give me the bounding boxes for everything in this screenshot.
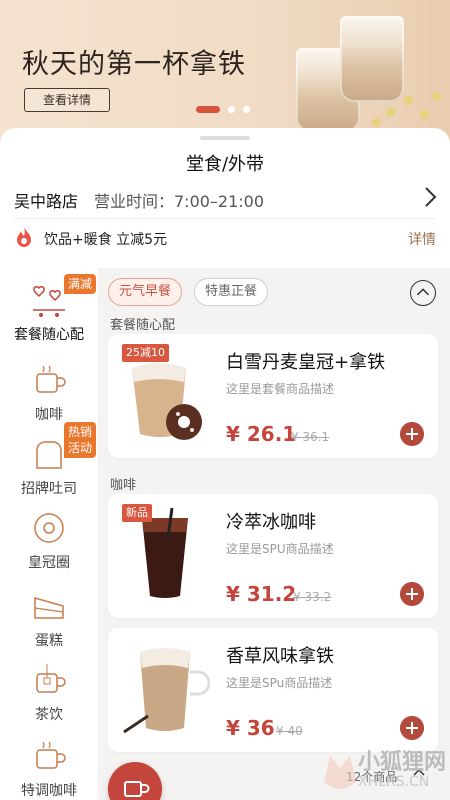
vanilla-latte-icon (123, 648, 210, 734)
latte-cup-image (340, 16, 404, 102)
bean-decoration (432, 92, 441, 101)
sidebar-item-label: 蛋糕 (35, 633, 63, 649)
special-coffee-icon (36, 741, 66, 769)
product-card[interactable]: 25减10 白雪丹麦皇冠+拿铁 这里是套餐商品描述 ¥ 26.1 ¥ 36.1 (108, 334, 438, 458)
sidebar-item-coffee[interactable]: 咖啡 (0, 360, 98, 424)
iced-coffee-icon (142, 508, 188, 598)
banner-title: 秋天的第一杯拿铁 (22, 49, 246, 80)
product-original-price: ¥ 33.2 (293, 590, 332, 604)
carousel-dot-active[interactable] (196, 106, 220, 113)
product-price: ¥ 26.1 (226, 422, 297, 446)
tab-breakfast[interactable]: 元气早餐 (108, 278, 182, 306)
sidebar-item-label: 咖啡 (35, 407, 63, 423)
promo-details-link[interactable]: 详情 (408, 229, 436, 249)
product-original-price: ¥ 36.1 (291, 430, 330, 444)
add-to-cart-button[interactable] (400, 716, 424, 740)
banner-details-button[interactable]: 查看详情 (24, 88, 110, 112)
tea-icon (36, 664, 66, 693)
sidebar-item-label: 皇冠圈 (28, 555, 70, 571)
sidebar-item-toast[interactable]: 热销 活动 招牌吐司 (0, 422, 98, 498)
watermark-text: 小狐狸网 (358, 750, 447, 775)
product-desc: 这里是SPU商品描述 (226, 542, 334, 556)
add-to-cart-button[interactable] (400, 582, 424, 606)
bean-decoration (420, 110, 429, 119)
chevron-up-icon[interactable] (410, 280, 436, 306)
product-desc: 这里是套餐商品描述 (226, 382, 335, 396)
chevron-right-icon[interactable] (420, 184, 440, 210)
menu-panel: 堂食/外带 吴中路店 营业时间：7:00–21:00 饮品+暖食 立减5元 详情… (0, 128, 450, 800)
promo-text: 饮品+暖食 立减5元 (44, 232, 168, 248)
watermark-text: XHLRS.CN (358, 774, 430, 790)
donut-icon (34, 513, 64, 543)
product-name: 冷萃冰咖啡 (226, 512, 316, 533)
carousel-indicator (196, 106, 250, 113)
drag-handle[interactable] (200, 136, 250, 140)
product-card[interactable]: 新品 冷萃冰咖啡 这里是SPU商品描述 ¥ 31.2 ¥ 33.2 (108, 494, 438, 618)
divider (14, 218, 436, 219)
product-name: 香草风味拿铁 (226, 646, 334, 667)
product-card[interactable]: 香草风味拿铁 这里是SPu商品描述 ¥ 36 ¥ 40 (108, 628, 438, 752)
store-name[interactable]: 吴中路店 (14, 188, 78, 212)
category-sidebar: 满减 套餐随心配 咖啡 热销 活动 招牌吐司 皇冠圈 蛋糕 茶饮 特调咖啡 (0, 268, 98, 800)
product-tag: 新品 (122, 504, 152, 522)
store-hours: 营业时间：7:00–21:00 (94, 192, 265, 211)
product-list: 元气早餐 特惠正餐 套餐随心配 25减10 白雪丹麦皇冠+拿铁 这里是套餐商品描… (98, 268, 450, 800)
product-price: ¥ 36 (226, 716, 275, 740)
sidebar-item-label: 特调咖啡 (21, 783, 77, 799)
latte-donut-icon (132, 363, 202, 440)
section-title: 套餐随心配 (110, 318, 176, 333)
tab-set-meal[interactable]: 特惠正餐 (194, 278, 268, 306)
sidebar-item-cake[interactable]: 蛋糕 (0, 586, 98, 650)
sidebar-item-special-coffee[interactable]: 特调咖啡 (0, 736, 98, 800)
bean-decoration (372, 118, 381, 127)
sidebar-item-label: 茶饮 (35, 707, 63, 723)
coffee-cup-icon (36, 365, 66, 393)
category-badge: 满减 (63, 274, 96, 294)
product-desc: 这里是SPu商品描述 (226, 676, 333, 690)
bean-decoration (404, 96, 413, 105)
sidebar-item-label: 套餐随心配 (14, 327, 84, 343)
product-price: ¥ 31.2 (226, 582, 297, 606)
product-tag: 25减10 (122, 344, 169, 362)
carousel-dot[interactable] (243, 106, 250, 113)
order-mode-title[interactable]: 堂食/外带 (0, 150, 450, 176)
add-to-cart-button[interactable] (400, 422, 424, 446)
product-name: 白雪丹麦皇冠+拿铁 (226, 352, 386, 373)
cake-icon (34, 597, 64, 619)
product-original-price: ¥ 40 (276, 724, 303, 738)
bean-decoration (386, 108, 395, 117)
sidebar-item-combo[interactable]: 满减 套餐随心配 (0, 274, 98, 344)
flame-icon (17, 227, 31, 247)
category-badge: 热销 活动 (63, 422, 96, 458)
sidebar-item-label: 招牌吐司 (21, 481, 77, 497)
sidebar-item-tea[interactable]: 茶饮 (0, 660, 98, 724)
section-title: 咖啡 (110, 478, 137, 493)
carousel-dot[interactable] (228, 106, 235, 113)
sidebar-item-donut[interactable]: 皇冠圈 (0, 508, 98, 572)
